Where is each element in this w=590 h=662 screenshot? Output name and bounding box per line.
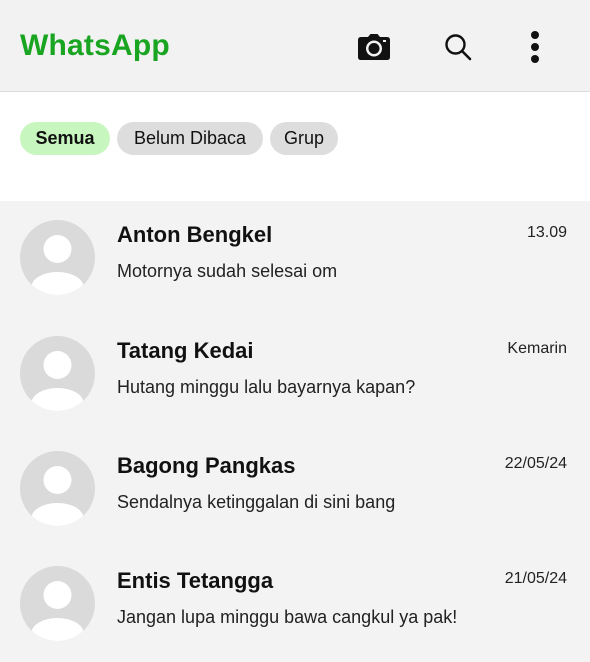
search-icon: [445, 34, 472, 61]
more-options-button[interactable]: [516, 28, 554, 66]
search-button[interactable]: [439, 28, 477, 66]
whatsapp-app: WhatsApp Semua Belum Dibaca Grup Anton B…: [0, 0, 590, 662]
chat-name: Tatang Kedai: [117, 338, 254, 363]
chat-list-item[interactable]: Entis Tetangga 21/05/24 Jangan lupa ming…: [0, 547, 590, 662]
chat-time: Kemarin: [507, 340, 567, 357]
chat-list: Anton Bengkel 13.09 Motornya sudah seles…: [0, 201, 590, 662]
chat-name: Bagong Pangkas: [117, 453, 296, 478]
app-title: WhatsApp: [20, 29, 170, 62]
chat-list-item[interactable]: Tatang Kedai Kemarin Hutang minggu lalu …: [0, 317, 590, 432]
chat-list-item[interactable]: Bagong Pangkas 22/05/24 Sendalnya keting…: [0, 432, 590, 547]
chat-list-item[interactable]: Anton Bengkel 13.09 Motornya sudah seles…: [0, 201, 590, 316]
avatar-icon: [20, 336, 95, 411]
chat-time: 13.09: [526, 224, 567, 241]
chat-time: 22/05/24: [504, 455, 567, 472]
filter-chip-grup[interactable]: Grup: [270, 122, 338, 155]
chat-last-message: Jangan lupa minggu bawa cangkul ya pak!: [117, 607, 458, 627]
avatar-icon: [20, 451, 95, 526]
chat-last-message: Sendalnya ketinggalan di sini bang: [117, 492, 396, 512]
avatar-icon: [20, 220, 95, 295]
chat-last-message: Motornya sudah selesai om: [117, 261, 338, 281]
app-header: WhatsApp: [0, 0, 590, 92]
chat-name: Entis Tetangga: [117, 568, 274, 593]
camera-icon: [358, 34, 390, 60]
avatar-icon: [20, 566, 95, 641]
chat-time: 21/05/24: [504, 570, 567, 587]
more-vertical-icon: [531, 31, 539, 63]
chat-name: Anton Bengkel: [117, 222, 273, 247]
filter-chip-semua[interactable]: Semua: [20, 122, 110, 155]
filter-bar: Semua Belum Dibaca Grup: [0, 92, 590, 201]
camera-button[interactable]: [355, 28, 393, 66]
chat-last-message: Hutang minggu lalu bayarnya kapan?: [117, 377, 416, 397]
filter-chip-belum-dibaca[interactable]: Belum Dibaca: [117, 122, 263, 155]
